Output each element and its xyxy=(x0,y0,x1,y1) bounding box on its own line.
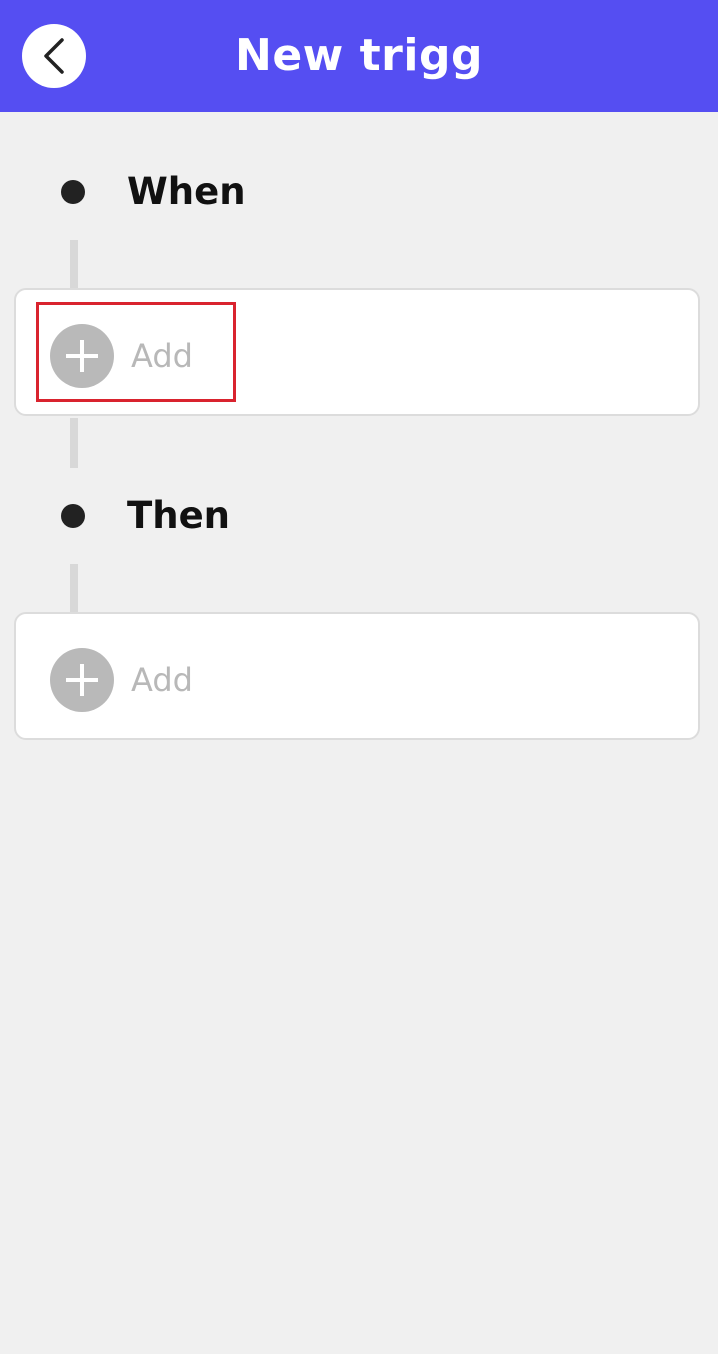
when-label: When xyxy=(127,170,246,213)
timeline-connector xyxy=(70,240,78,290)
when-add-label: Add xyxy=(131,337,193,375)
timeline-connector xyxy=(70,564,78,614)
plus-icon xyxy=(50,648,114,712)
then-add-button[interactable]: Add xyxy=(36,626,236,726)
when-card: Add xyxy=(14,288,700,416)
then-label: Then xyxy=(127,494,231,537)
chevron-left-icon xyxy=(40,36,68,76)
step-dot xyxy=(61,180,85,204)
then-card: Add xyxy=(14,612,700,740)
plus-icon xyxy=(50,324,114,388)
page-title: New trigg xyxy=(235,30,483,81)
app-header: New trigg xyxy=(0,0,718,112)
back-button[interactable] xyxy=(22,24,86,88)
then-section-header: Then xyxy=(0,486,718,546)
timeline-connector xyxy=(70,418,78,468)
then-add-label: Add xyxy=(131,661,193,699)
when-add-button[interactable]: Add xyxy=(36,302,236,402)
step-dot xyxy=(61,504,85,528)
when-section-header: When xyxy=(0,162,718,222)
